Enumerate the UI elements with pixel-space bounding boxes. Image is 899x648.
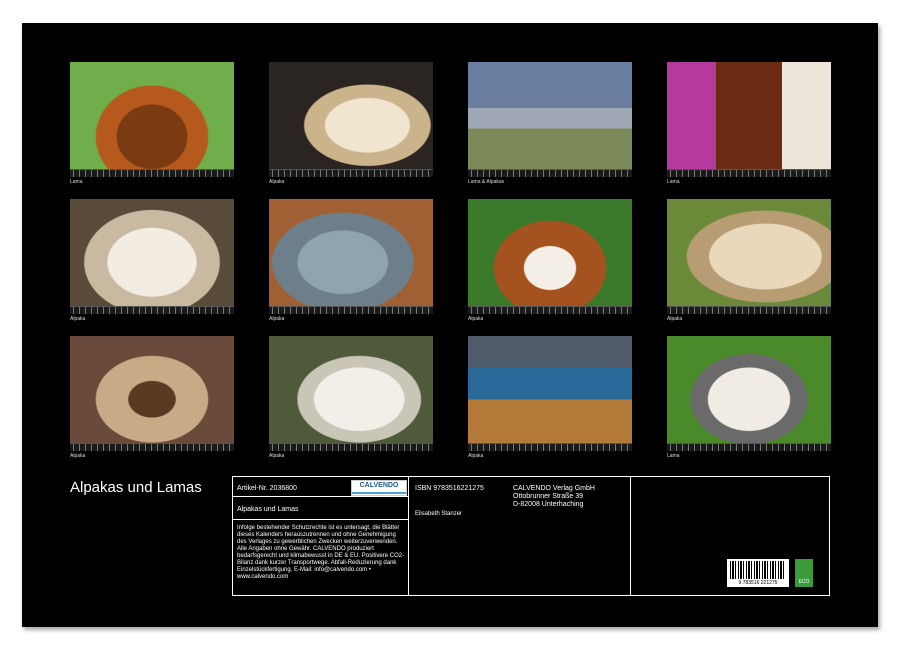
photo-thumbnail xyxy=(269,199,433,314)
calendar-strip xyxy=(269,169,433,177)
photo-thumbnail xyxy=(269,62,433,177)
calendar-strip xyxy=(70,169,234,177)
photo-caption: Alpaka xyxy=(468,453,484,459)
article-number: Artikel-Nr. 2036800 xyxy=(237,485,297,492)
barcode-bars xyxy=(730,561,786,579)
divider xyxy=(408,477,409,595)
calendar-strip xyxy=(468,169,632,177)
legal-text: Infolge bestehender Schutzrechte ist es … xyxy=(237,525,405,580)
logo-underline xyxy=(352,492,406,494)
photo-caption: Lama xyxy=(667,453,680,459)
calendar-strip xyxy=(667,306,831,314)
photo-caption: Alpaka xyxy=(269,453,285,459)
author: Elisabeth Stanzer xyxy=(415,511,463,517)
divider xyxy=(233,496,408,497)
publisher-line3: D-82008 Unterhaching xyxy=(513,501,584,508)
logo-text: CALVENDO xyxy=(359,482,399,489)
photo-thumbnail xyxy=(667,62,831,177)
calendar-title: Alpakas und Lamas xyxy=(70,479,202,496)
calendar-strip xyxy=(269,306,433,314)
photo-thumbnail xyxy=(468,62,632,177)
photo-thumbnail xyxy=(468,199,632,314)
divider xyxy=(630,477,631,595)
calendar-strip xyxy=(269,443,433,451)
calendar-strip xyxy=(667,443,831,451)
calendar-strip xyxy=(468,306,632,314)
photo-caption: Lama xyxy=(667,179,680,185)
barcode-number: 9 783516 221275 xyxy=(738,580,778,586)
eco-label-icon: ECO xyxy=(795,559,813,587)
publisher-line1: CALVENDO Verlag GmbH xyxy=(513,485,595,492)
publisher-line2: Ottobrunner Straße 39 xyxy=(513,493,584,500)
calendar-strip xyxy=(468,443,632,451)
photo-caption: Lama xyxy=(70,179,83,185)
calendar-strip xyxy=(70,443,234,451)
info-box: Artikel-Nr. 2036800 CALVENDO Alpakas und… xyxy=(232,476,830,596)
photo-caption: Alpaka xyxy=(70,316,86,322)
isbn: ISBN 9783516221275 xyxy=(415,485,484,492)
product-title: Alpakas und Lamas xyxy=(237,506,299,513)
eco-label-text: ECO xyxy=(798,579,810,585)
photo-thumbnail xyxy=(70,62,234,177)
photo-caption: Alpaka xyxy=(468,316,484,322)
photo-caption: Alpaka xyxy=(70,453,86,459)
photo-caption: Alpaka xyxy=(667,316,683,322)
photo-thumbnail xyxy=(667,199,831,314)
photo-caption: Alpaka xyxy=(269,316,285,322)
photo-caption: Lama & Alpakas xyxy=(468,179,505,185)
photo-caption: Alpaka xyxy=(269,179,285,185)
calendar-strip xyxy=(667,169,831,177)
calendar-strip xyxy=(70,306,234,314)
photo-thumbnail xyxy=(70,336,234,451)
barcode: 9 783516 221275 xyxy=(727,559,789,587)
divider xyxy=(233,519,408,520)
photo-thumbnail xyxy=(70,199,234,314)
photo-thumbnail xyxy=(468,336,632,451)
photo-thumbnail xyxy=(269,336,433,451)
calvendo-logo: CALVENDO xyxy=(351,480,407,496)
photo-thumbnail xyxy=(667,336,831,451)
